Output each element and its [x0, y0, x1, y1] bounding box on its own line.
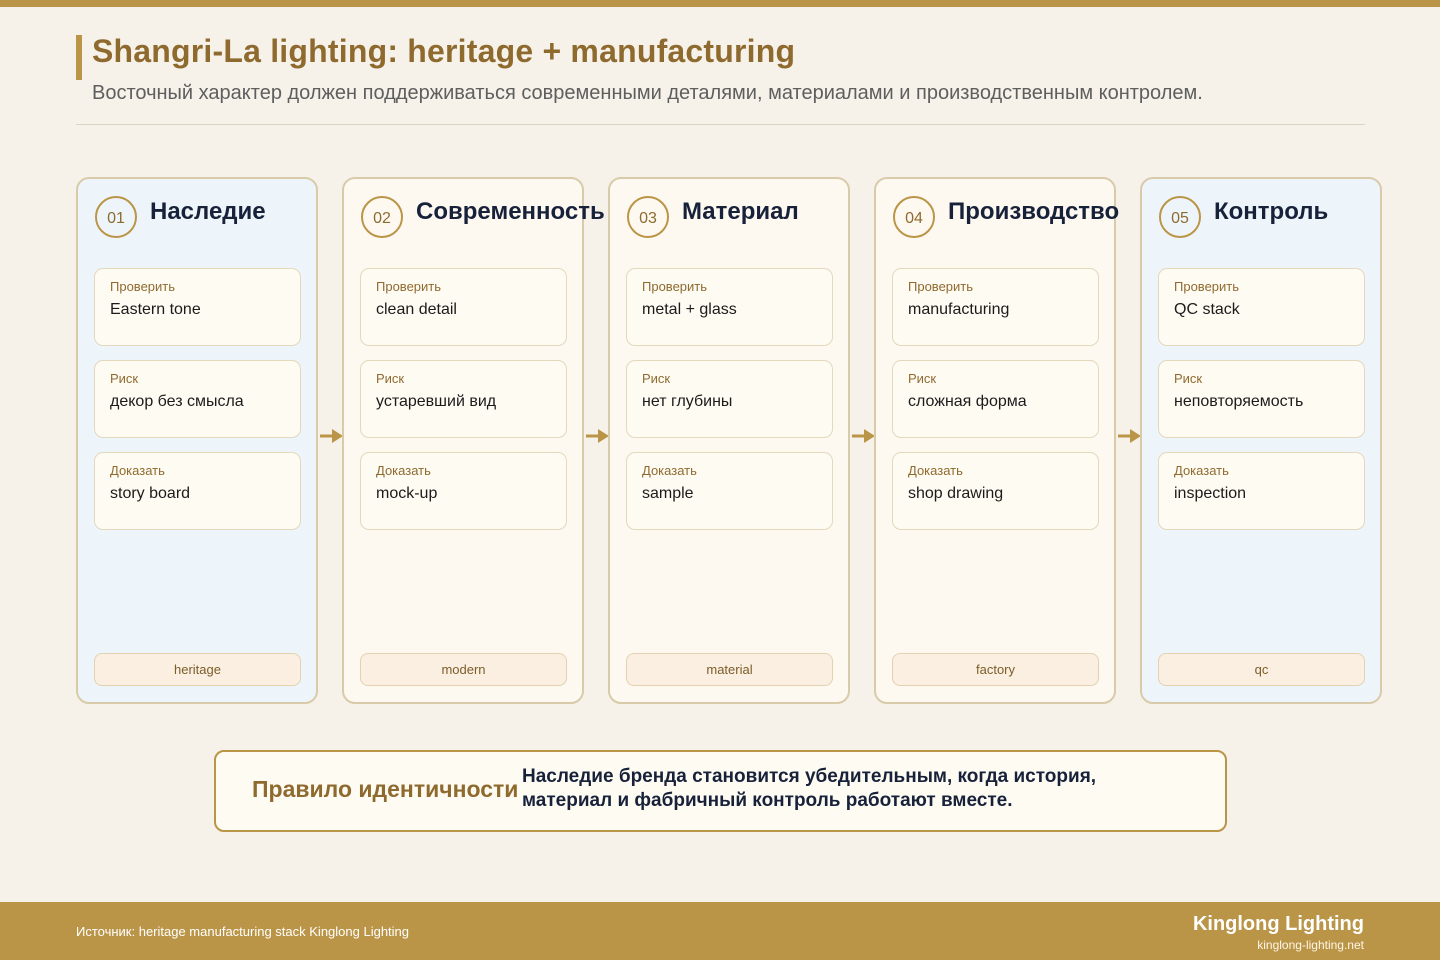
prove-card: Доказать shop drawing: [892, 452, 1099, 530]
stage-heritage: 01 Наследие Проверить Eastern tone Риск …: [76, 177, 318, 704]
check-card: Проверить metal + glass: [626, 268, 833, 346]
card-label: Риск: [110, 371, 139, 386]
risk-card: Риск декор без смысла: [94, 360, 301, 438]
stage-title: Наследие: [150, 198, 266, 225]
card-label: Проверить: [908, 279, 974, 294]
step-number-badge: 05: [1159, 196, 1201, 238]
card-label: Доказать: [908, 463, 963, 478]
top-accent-strip: [0, 0, 1440, 7]
card-label: Доказать: [1174, 463, 1229, 478]
stage-qc: 05 Контроль Проверить QC stack Риск непо…: [1140, 177, 1382, 704]
card-label: Проверить: [110, 279, 176, 294]
stage-title: Материал: [682, 198, 799, 225]
prove-card: Доказать inspection: [1158, 452, 1365, 530]
card-label: Доказать: [376, 463, 431, 478]
card-value: сложная форма: [908, 393, 1027, 410]
stage-tag: modern: [360, 653, 567, 686]
card-value: inspection: [1174, 485, 1247, 502]
card-label: Проверить: [642, 279, 708, 294]
card-value: mock-up: [376, 485, 438, 502]
check-card: Проверить Eastern tone: [94, 268, 301, 346]
card-label: Проверить: [1174, 279, 1240, 294]
page-subtitle: Восточный характер должен поддерживаться…: [92, 82, 1203, 104]
brand-url: kinglong-lighting.net: [1257, 938, 1364, 952]
rule-text: Наследие бренда становится убедительным,…: [522, 766, 1097, 811]
card-value: manufacturing: [908, 301, 1010, 318]
card-value: clean detail: [376, 301, 457, 318]
card-value: QC stack: [1174, 301, 1240, 318]
step-number-badge: 01: [95, 196, 137, 238]
footer: Источник: heritage manufacturing stack K…: [0, 902, 1440, 960]
check-card: Проверить QC stack: [1158, 268, 1365, 346]
stage-tag: qc: [1158, 653, 1365, 686]
card-value: story board: [110, 485, 191, 502]
stage-modern: 02 Современность Проверить clean detail …: [342, 177, 605, 704]
stage-tag: material: [626, 653, 833, 686]
card-label: Доказать: [110, 463, 165, 478]
brand-name: Kinglong Lighting: [1192, 913, 1364, 935]
card-label: Риск: [1174, 371, 1203, 386]
card-value: устаревший вид: [376, 393, 497, 410]
stage-title: Контроль: [1214, 198, 1329, 225]
card-value: нет глубины: [642, 393, 733, 410]
risk-card: Риск нет глубины: [626, 360, 833, 438]
card-value: sample: [642, 485, 694, 502]
identity-rule-box: Правило идентичности Наследие бренда ста…: [214, 750, 1227, 832]
rule-title: Правило идентичности: [252, 776, 519, 802]
card-value: декор без смысла: [110, 393, 244, 410]
step-number-badge: 04: [893, 196, 935, 238]
title-accent-bar: [76, 35, 82, 80]
stage-material: 03 Материал Проверить metal + glass Риск…: [608, 177, 850, 704]
card-value: Eastern tone: [110, 301, 201, 318]
prove-card: Доказать story board: [94, 452, 301, 530]
step-number-badge: 03: [627, 196, 669, 238]
stage-title: Производство: [948, 198, 1120, 225]
card-label: Риск: [376, 371, 405, 386]
card-value: shop drawing: [908, 485, 1004, 502]
risk-card: Риск неповторяемость: [1158, 360, 1365, 438]
check-card: Проверить manufacturing: [892, 268, 1099, 346]
stage-title: Современность: [416, 198, 605, 225]
prove-card: Доказать mock-up: [360, 452, 567, 530]
card-label: Проверить: [376, 279, 442, 294]
stage-tag: factory: [892, 653, 1099, 686]
card-value: metal + glass: [642, 301, 737, 318]
card-label: Риск: [642, 371, 671, 386]
stage-tag: heritage: [94, 653, 301, 686]
card-value: неповторяемость: [1174, 393, 1304, 410]
card-label: Риск: [908, 371, 937, 386]
source-note: Источник: heritage manufacturing stack K…: [76, 924, 410, 939]
page-title: Shangri-La lighting: heritage + manufact…: [92, 33, 796, 69]
risk-card: Риск устаревший вид: [360, 360, 567, 438]
card-label: Доказать: [642, 463, 697, 478]
header-divider: [76, 124, 1365, 125]
check-card: Проверить clean detail: [360, 268, 567, 346]
risk-card: Риск сложная форма: [892, 360, 1099, 438]
stage-factory: 04 Производство Проверить manufacturing …: [874, 177, 1120, 704]
prove-card: Доказать sample: [626, 452, 833, 530]
step-number-badge: 02: [361, 196, 403, 238]
